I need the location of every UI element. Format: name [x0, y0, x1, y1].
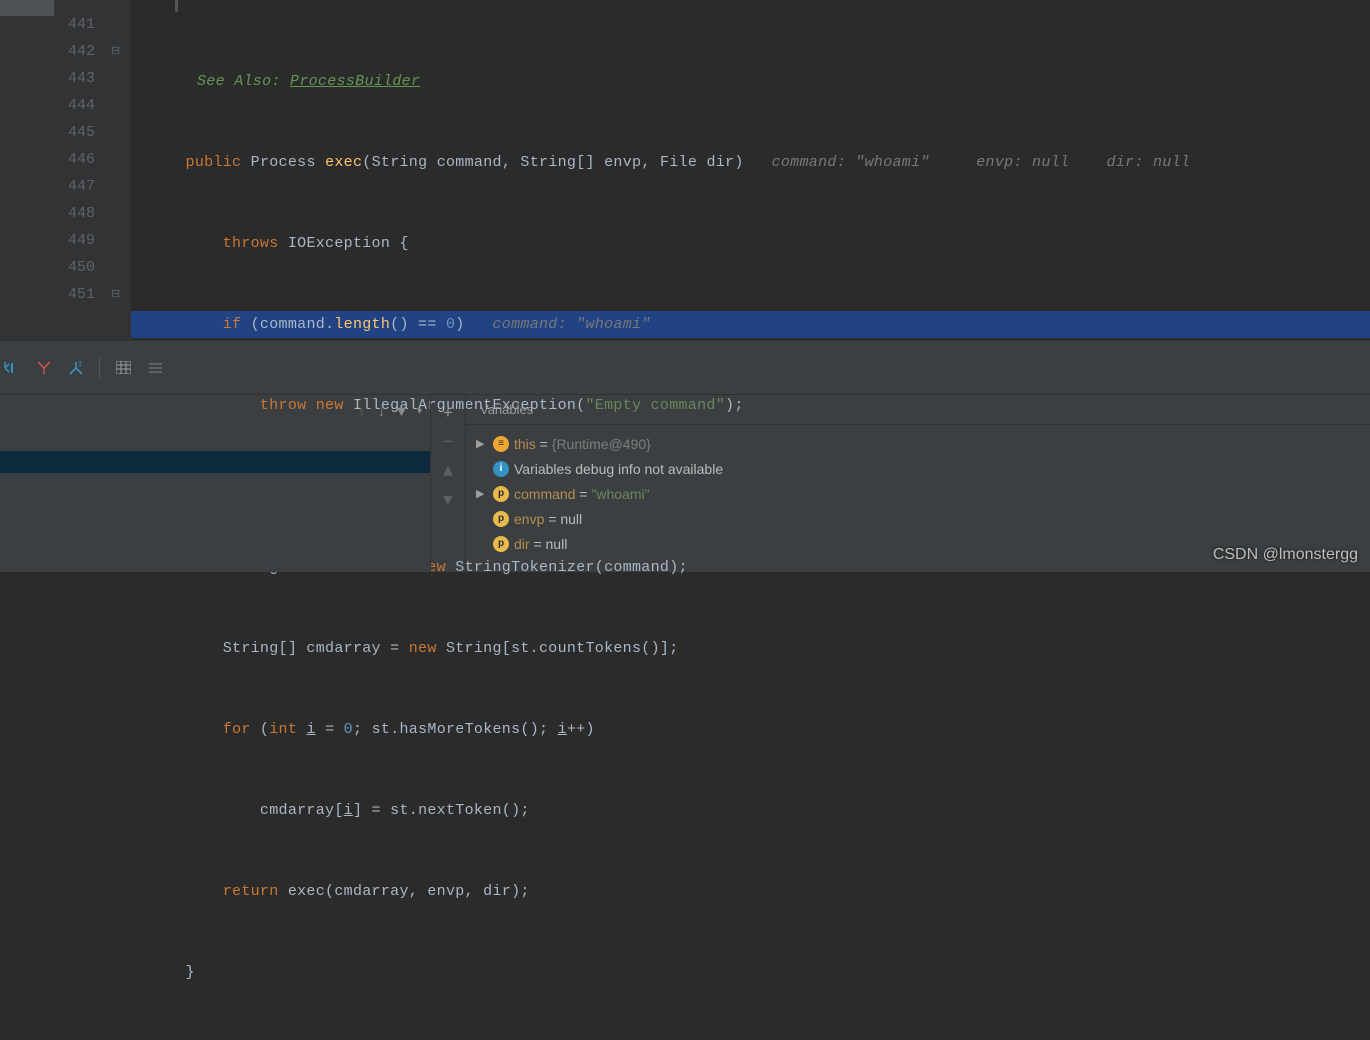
inline-hint: command: "whoami": [493, 316, 651, 333]
settings-icon[interactable]: [146, 359, 164, 377]
variable-row[interactable]: i Variables debug info not available: [474, 456, 1362, 481]
filter-icon[interactable]: ▼: [397, 404, 406, 421]
line-number[interactable]: 449: [54, 227, 95, 254]
code-line[interactable]: cmdarray[i] = st.nextToken();: [131, 797, 1370, 824]
line-number[interactable]: 450: [54, 254, 95, 281]
see-also-label: See Also:: [197, 73, 281, 90]
expand-icon[interactable]: ▶: [476, 487, 488, 500]
line-number[interactable]: 443: [54, 65, 95, 92]
line-number[interactable]: 441: [54, 11, 95, 38]
frames-toolbar: ↑ ↓ ▼ ▾: [0, 395, 430, 429]
line-number[interactable]: 445: [54, 119, 95, 146]
watch-down-icon[interactable]: ▼: [443, 492, 453, 511]
separator: [99, 357, 100, 379]
javadoc-bar: [175, 0, 178, 12]
svg-text:I: I: [78, 361, 82, 369]
inline-hint: dir: null: [1106, 154, 1190, 171]
watermark: CSDN @lmonstergg: [1213, 546, 1358, 564]
frame-row-selected[interactable]: [0, 451, 430, 473]
expand-icon[interactable]: ▶: [476, 437, 488, 450]
add-watch-icon[interactable]: +: [443, 405, 453, 424]
param-badge-icon: p: [493, 486, 509, 502]
line-gutter: 441 442 443 444 445 446 447 448 449 450 …: [54, 0, 109, 340]
frames-pane: ↑ ↓ ▼ ▾: [0, 395, 430, 572]
line-number[interactable]: 447: [54, 173, 95, 200]
fold-mark-icon[interactable]: ⊟: [111, 287, 120, 301]
line-number[interactable]: 448: [54, 200, 95, 227]
left-stub: [0, 0, 54, 340]
debug-area: ↑ ↓ ▼ ▾ + − ▲ ▼ Variables ▶ ≡ this = {Ru…: [0, 394, 1370, 572]
fold-mark-icon[interactable]: ⊟: [111, 44, 120, 58]
watch-up-icon[interactable]: ▲: [443, 463, 453, 482]
remove-watch-icon[interactable]: −: [443, 434, 453, 453]
line-number[interactable]: 446: [54, 146, 95, 173]
variables-title: Variables: [466, 395, 1370, 425]
variable-row[interactable]: p envp = null: [474, 506, 1362, 531]
code-content[interactable]: See Also: ProcessBuilder public Process …: [131, 0, 1370, 340]
info-badge-icon: i: [493, 461, 509, 477]
editor-area: 441 442 443 444 445 446 447 448 449 450 …: [0, 0, 1370, 340]
step-into-icon[interactable]: [35, 359, 53, 377]
inline-hint: command: "whoami": [772, 154, 930, 171]
param-badge-icon: p: [493, 511, 509, 527]
line-number[interactable]: 442: [54, 38, 95, 65]
object-badge-icon: ≡: [493, 436, 509, 452]
frame-down-icon[interactable]: ↓: [377, 404, 386, 421]
variable-row[interactable]: ▶ ≡ this = {Runtime@490}: [474, 431, 1362, 456]
grid-icon[interactable]: [114, 359, 132, 377]
code-line[interactable]: String[] cmdarray = new String[st.countT…: [131, 635, 1370, 662]
step-over-icon[interactable]: [3, 359, 21, 377]
step-out-icon[interactable]: I: [67, 359, 85, 377]
frames-list[interactable]: [0, 429, 430, 572]
watches-toolbar: + − ▲ ▼: [430, 395, 466, 572]
param-badge-icon: p: [493, 536, 509, 552]
fold-column: ⊟ ⊟: [109, 0, 131, 340]
line-number[interactable]: 451: [54, 281, 95, 308]
frame-up-icon[interactable]: ↑: [357, 404, 366, 421]
frame-row[interactable]: [0, 429, 430, 451]
code-line[interactable]: for (int i = 0; st.hasMoreTokens(); i++): [131, 716, 1370, 743]
code-line-current[interactable]: if (command.length() == 0) command: "who…: [131, 311, 1370, 338]
code-line[interactable]: return exec(cmdarray, envp, dir);: [131, 878, 1370, 905]
variable-row[interactable]: ▶ p command = "whoami": [474, 481, 1362, 506]
see-also-link[interactable]: ProcessBuilder: [290, 73, 420, 90]
code-line[interactable]: throws IOException {: [131, 230, 1370, 257]
dropdown-icon[interactable]: ▾: [417, 406, 422, 418]
inline-hint: envp: null: [976, 154, 1069, 171]
line-number[interactable]: 444: [54, 92, 95, 119]
variables-list[interactable]: ▶ ≡ this = {Runtime@490} i Variables deb…: [466, 425, 1370, 562]
code-line[interactable]: }: [131, 959, 1370, 986]
frame-row[interactable]: [0, 473, 430, 495]
code-line[interactable]: public Process exec(String command, Stri…: [131, 149, 1370, 176]
